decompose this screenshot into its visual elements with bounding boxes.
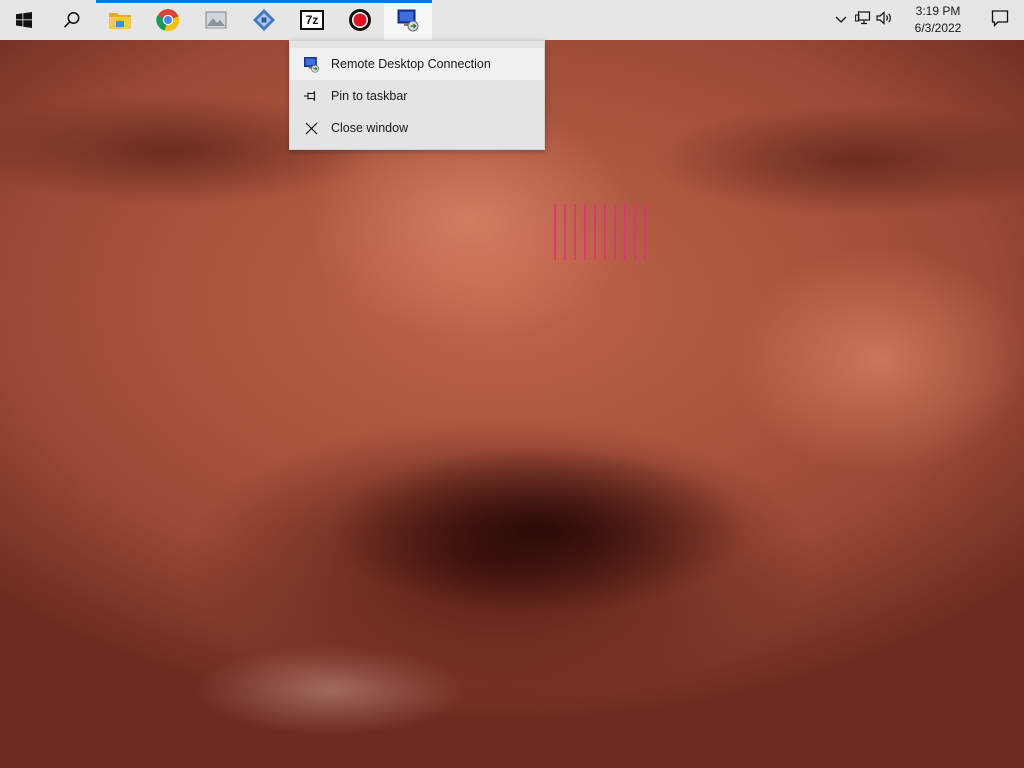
pin-icon xyxy=(302,87,320,105)
taskbar-photo-viewer[interactable] xyxy=(192,0,240,40)
remote-desktop-icon xyxy=(302,55,320,73)
photo-viewer-icon xyxy=(204,9,228,31)
record-icon xyxy=(348,8,372,32)
settings-app-icon xyxy=(252,8,276,32)
volume-icon xyxy=(876,10,894,30)
taskbar-7zip[interactable]: 7z xyxy=(288,0,336,40)
taskbar-file-explorer[interactable] xyxy=(96,0,144,40)
clock-time: 3:19 PM xyxy=(915,4,961,18)
jumplist-item-label: Close window xyxy=(331,121,409,135)
jumplist-item-label: Remote Desktop Connection xyxy=(331,57,491,71)
taskbar: 7z 3:19 PM 6/3/2022 xyxy=(0,0,1024,40)
notification-icon xyxy=(991,9,1009,32)
network-icon xyxy=(855,10,871,30)
taskbar-remote-desktop[interactable] xyxy=(384,0,432,40)
show-hidden-icons-button[interactable] xyxy=(830,0,852,40)
action-center-button[interactable] xyxy=(976,0,1024,40)
taskbar-recorder[interactable] xyxy=(336,0,384,40)
remote-desktop-icon xyxy=(396,8,420,32)
search-icon xyxy=(63,11,81,29)
chrome-icon xyxy=(156,8,180,32)
taskbar-chrome[interactable] xyxy=(144,0,192,40)
file-explorer-icon xyxy=(108,9,132,31)
jumplist-item-close-window[interactable]: Close window xyxy=(290,112,544,144)
jumplist-item-remote-desktop[interactable]: Remote Desktop Connection xyxy=(290,48,544,80)
volume-button[interactable] xyxy=(874,0,896,40)
start-button[interactable] xyxy=(0,0,48,40)
windows-start-icon xyxy=(16,12,32,28)
wallpaper-glitch-lines xyxy=(552,204,652,260)
system-tray: 3:19 PM 6/3/2022 xyxy=(830,0,1024,40)
clock-date: 6/3/2022 xyxy=(914,21,962,35)
jumplist-item-pin-to-taskbar[interactable]: Pin to taskbar xyxy=(290,80,544,112)
search-button[interactable] xyxy=(48,0,96,40)
network-button[interactable] xyxy=(852,0,874,40)
chevron-up-icon xyxy=(835,11,847,29)
7zip-icon: 7z xyxy=(300,10,324,30)
close-icon xyxy=(302,119,320,137)
jumplist-item-label: Pin to taskbar xyxy=(331,89,408,103)
jump-list-menu: Remote Desktop Connection Pin to taskbar… xyxy=(289,40,545,150)
7zip-label: 7z xyxy=(305,13,319,27)
clock[interactable]: 3:19 PM 6/3/2022 xyxy=(900,3,976,37)
taskbar-settings-app[interactable] xyxy=(240,0,288,40)
